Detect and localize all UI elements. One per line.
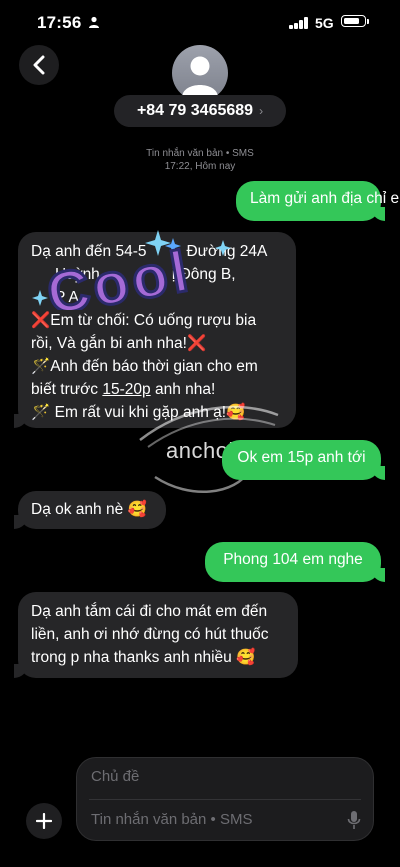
message-outgoing[interactable]: Phong 104 em nghe xyxy=(205,542,385,582)
message-text: 🪄Anh đến báo thời gian cho em xyxy=(31,358,258,375)
message-incoming[interactable]: Dạ anh tắm cái đi cho mát em đến liền, a… xyxy=(14,592,298,678)
avatar[interactable] xyxy=(172,45,228,101)
message-text: ị Đông B, xyxy=(171,266,236,283)
message-text: Huỳnh xyxy=(55,266,100,283)
message-text: ❌Em từ chối: Có uống rượu bia xyxy=(31,312,257,329)
thread-service-label: Tin nhắn văn bản • SMS xyxy=(146,148,254,159)
message-outgoing[interactable]: Làm gửi anh địa chỉ em xyxy=(236,181,400,221)
message-text: Đường 24A xyxy=(186,243,268,260)
thread-timestamp: 17:22, Hôm nay xyxy=(164,161,236,172)
chevron-left-icon xyxy=(33,55,45,75)
message-text: Làm gửi anh địa chỉ em xyxy=(250,190,400,207)
add-attachment-button[interactable] xyxy=(26,803,62,839)
message-outgoing[interactable]: Ok em 15p anh tới xyxy=(222,440,385,480)
subject-input[interactable]: Chủ đề xyxy=(91,768,139,785)
message-composer: Chủ đề Tin nhắn văn bản • SMS xyxy=(76,757,374,841)
message-text: Phong 104 em nghe xyxy=(223,551,363,568)
message-text: Dạ ok anh nè 🥰 xyxy=(31,501,147,518)
chevron-right-icon: › xyxy=(259,104,264,118)
message-incoming[interactable]: Dạ anh đến 54-5 Đường 24A Huỳnh ị Đông B, … xyxy=(14,232,296,428)
message-text: Dạ anh đến 54-5 xyxy=(31,243,147,260)
plus-icon xyxy=(36,813,52,829)
composer-divider xyxy=(89,799,361,800)
signal-icon xyxy=(289,17,311,29)
back-button[interactable] xyxy=(19,45,59,85)
person-icon xyxy=(89,16,99,28)
message-text: P A xyxy=(55,289,79,306)
battery-icon xyxy=(341,15,366,27)
message-text: liền, anh ơi nhớ đừng có hút thuốc xyxy=(31,626,269,643)
message-text: Ok em 15p anh tới xyxy=(237,449,366,466)
message-text: trong p nha thanks anh nhiều 🥰 xyxy=(31,649,256,666)
network-label: 5G xyxy=(315,15,334,31)
message-text: biết trước xyxy=(31,381,103,398)
person-icon xyxy=(182,56,218,97)
battery-tip xyxy=(367,19,369,24)
message-input[interactable]: Tin nhắn văn bản • SMS xyxy=(91,811,252,828)
message-text: Dạ anh tắm cái đi cho mát em đến xyxy=(31,603,268,620)
message-text: 🪄 Em rất vui khi gặp anh ạ!🥰 xyxy=(31,404,246,421)
status-time: 17:56 xyxy=(37,13,82,32)
message-text: anh nha! xyxy=(150,381,216,398)
mic-icon[interactable] xyxy=(347,810,361,830)
message-incoming[interactable]: Dạ ok anh nè 🥰 xyxy=(14,491,166,529)
message-text: rồi, Và gắn bi anh nha!❌ xyxy=(31,335,207,352)
contact-number: +84 79 3465689 xyxy=(136,102,254,119)
status-bar: 17:56 5G xyxy=(0,0,400,46)
contact-name-button[interactable]: +84 79 3465689 › xyxy=(114,95,286,127)
message-link-time[interactable]: 15-20p xyxy=(102,381,150,398)
